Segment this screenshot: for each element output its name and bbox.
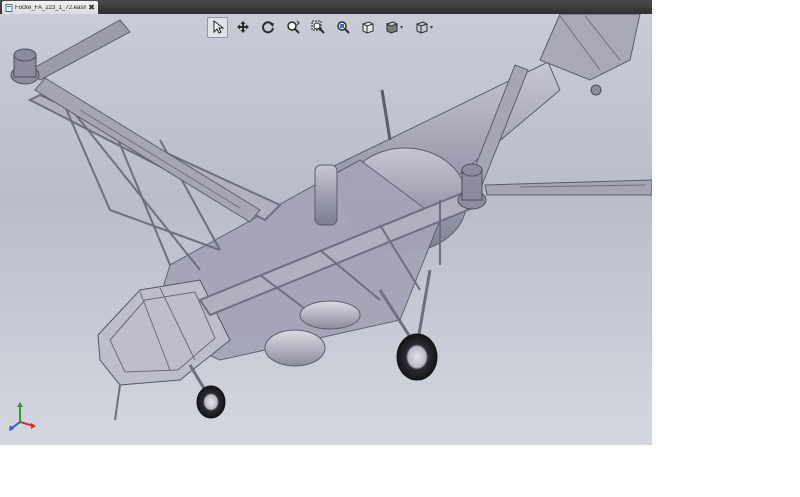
rotor-hub-right [457,163,487,210]
zoom-in-out-icon [286,20,300,34]
document-tab[interactable]: Focke_FA_223_1_72.easm ✖ [2,1,98,14]
select-tool[interactable] [207,16,228,38]
cursor-arrow-icon [213,20,224,34]
fuel-tank [264,329,326,367]
tail-fin [539,13,641,81]
display-style-tool[interactable]: ▾ [382,17,408,38]
helicopter-model[interactable] [0,0,652,445]
standard-views-tool[interactable] [357,17,378,38]
document-icon [5,3,13,12]
four-way-arrow-icon [236,21,249,33]
zoom-to-fit-tool[interactable] [307,17,328,38]
wireframe-cube-icon [416,21,428,34]
rotor-blade [34,77,261,223]
pan-tool[interactable] [232,17,253,38]
rotate-tool[interactable] [257,17,278,38]
document-tab-bar: Focke_FA_223_1_72.easm ✖ [0,0,652,14]
chevron-down-icon[interactable]: ▾ [430,24,433,31]
engine-stack [314,164,338,226]
view-toolbar: ▾ ▾ [207,16,438,38]
zoom-to-area-tool[interactable] [332,17,353,38]
cube-view-icon [362,21,373,34]
graphics-viewport[interactable]: Focke_FA_223_1_72.easm ✖ ▾ ▾ [0,0,652,445]
zoom-to-fit-icon [311,20,325,34]
rotate-icon [261,21,274,34]
zoom-to-area-icon [336,21,350,34]
shaded-cube-icon [385,21,399,34]
axis-triad-icon [9,402,36,431]
rotor-blade [484,179,652,196]
document-tab-title: Focke_FA_223_1_72.easm [15,4,87,11]
rotor-hub-left [10,48,40,85]
zoom-in-out-tool[interactable] [282,17,303,38]
rotor-blade [29,19,131,81]
chevron-down-icon[interactable]: ▾ [400,24,403,31]
close-icon[interactable]: ✖ [88,3,95,12]
view-orientation-tool[interactable]: ▾ [412,17,438,38]
